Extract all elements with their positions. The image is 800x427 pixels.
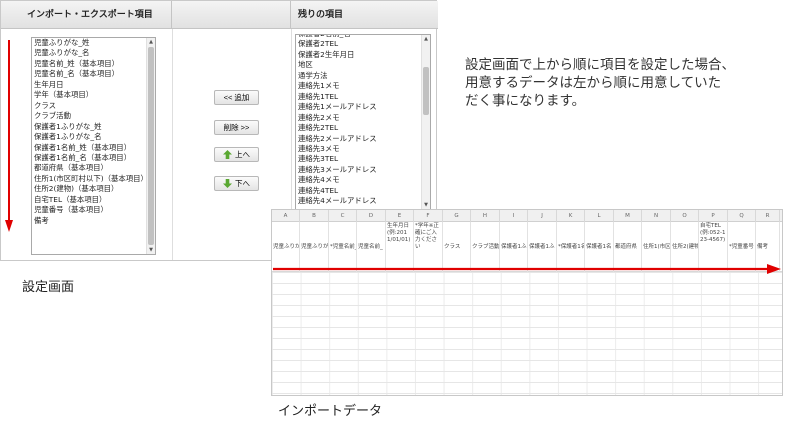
vertical-order-arrow-icon: [5, 40, 13, 232]
remaining-list-item[interactable]: 地区: [298, 60, 428, 70]
column-letter[interactable]: G: [443, 210, 471, 222]
explanation-note: 設定画面で上から順に項目を設定した場合、 用意するデータは左から順に用意していた…: [465, 56, 795, 110]
up-arrow-icon: [223, 149, 232, 159]
column-letter[interactable]: B: [300, 210, 329, 222]
empty-grid: [272, 272, 782, 395]
column-letter[interactable]: I: [500, 210, 528, 222]
remaining-items-list[interactable]: 保護者2名前_名保護者2TEL保護者2生年月日地区通学方法連絡先1メモ連絡先1T…: [295, 34, 431, 210]
selected-list-item[interactable]: 備考: [34, 216, 153, 226]
selected-list-item[interactable]: 児童名前_姓（基本項目）: [34, 59, 153, 69]
selected-list-item[interactable]: 住所2(建物)（基本項目）: [34, 184, 153, 194]
remaining-list-item[interactable]: 連絡先3TEL: [298, 154, 428, 164]
column-letter[interactable]: L: [585, 210, 614, 222]
buttons-column-header: [172, 1, 291, 29]
horizontal-order-arrow-icon: [273, 264, 781, 274]
remaining-list-item[interactable]: 連絡先2TEL: [298, 123, 428, 133]
note-line: 設定画面で上から順に項目を設定した場合、: [465, 57, 735, 73]
column-letter[interactable]: Q: [728, 210, 756, 222]
column-letter[interactable]: A: [272, 210, 300, 222]
column-letter[interactable]: E: [386, 210, 414, 222]
column-letter[interactable]: M: [614, 210, 642, 222]
selected-list-item[interactable]: 保護者1ふりがな_姓: [34, 122, 153, 132]
scroll-up-arrow-icon[interactable]: ▲: [422, 35, 430, 43]
remaining-list-item[interactable]: 連絡先4TEL: [298, 186, 428, 196]
column-letter[interactable]: D: [357, 210, 386, 222]
selected-list-item[interactable]: 保護者1名前_姓（基本項目）: [34, 143, 153, 153]
import-data-caption: インポートデータ: [278, 404, 383, 419]
remaining-list-scrollbar[interactable]: ▲ ▼: [421, 35, 430, 209]
remaining-list-item[interactable]: 連絡先1メモ: [298, 81, 428, 91]
column-letter[interactable]: R: [756, 210, 780, 222]
selected-list-item[interactable]: 生年月日: [34, 80, 153, 90]
scroll-thumb[interactable]: [423, 67, 429, 115]
remaining-list-item[interactable]: 保護者2生年月日: [298, 50, 428, 60]
selected-list-item[interactable]: 児童番号（基本項目）: [34, 205, 153, 215]
column-letter[interactable]: N: [642, 210, 671, 222]
selected-list-item[interactable]: 児童ふりがな_名: [34, 48, 153, 58]
remaining-list-item[interactable]: 連絡先4メールアドレス: [298, 196, 428, 206]
column-letter[interactable]: O: [671, 210, 699, 222]
selected-list-item[interactable]: 児童名前_名（基本項目）: [34, 69, 153, 79]
selected-list-item[interactable]: 自宅TEL（基本項目）: [34, 195, 153, 205]
remaining-list-item[interactable]: 連絡先1メールアドレス: [298, 102, 428, 112]
column-letter[interactable]: C: [329, 210, 357, 222]
settings-caption: 設定画面: [22, 280, 75, 295]
note-line: だく事になります。: [465, 93, 586, 109]
remaining-list-item[interactable]: 連絡先3メモ: [298, 144, 428, 154]
move-up-label: 上へ: [235, 150, 250, 159]
remaining-list-item[interactable]: 連絡先2メールアドレス: [298, 134, 428, 144]
column-letter[interactable]: J: [528, 210, 557, 222]
import-data-spreadsheet: ABCDEFGHIJKLMNOPQR 児童ふりが 児童ふりが *児童名前_ 児童名前_…: [271, 209, 783, 396]
selected-list-item[interactable]: クラブ活動: [34, 111, 153, 121]
scroll-thumb[interactable]: [148, 47, 154, 245]
remaining-list-item[interactable]: 連絡先2メモ: [298, 113, 428, 123]
column-letter[interactable]: P: [699, 210, 728, 222]
remaining-header: 残りの項目: [291, 1, 438, 29]
selected-list-item[interactable]: 住所1(市区町村以下)（基本項目）: [34, 174, 153, 184]
remaining-list-item[interactable]: 通学方法: [298, 71, 428, 81]
selected-list-item[interactable]: 学年（基本項目）: [34, 90, 153, 100]
scroll-down-arrow-icon[interactable]: ▼: [422, 201, 430, 209]
move-down-label: 下へ: [235, 179, 250, 188]
selected-list-scrollbar[interactable]: ▲ ▼: [146, 38, 155, 254]
column-letter[interactable]: H: [471, 210, 500, 222]
column-letter[interactable]: K: [557, 210, 585, 222]
scroll-up-arrow-icon[interactable]: ▲: [147, 38, 155, 46]
selected-list-item[interactable]: 都道府県（基本項目）: [34, 163, 153, 173]
move-down-button[interactable]: 下へ: [214, 176, 259, 191]
selected-list-item[interactable]: 児童ふりがな_姓: [34, 38, 153, 48]
down-arrow-icon: [223, 178, 232, 188]
move-up-button[interactable]: 上へ: [214, 147, 259, 162]
note-line: 用意するデータは左から順に用意していた: [465, 75, 722, 91]
selected-items-list[interactable]: 児童ふりがな_姓 児童ふりがな_名 児童名前_姓（基本項目） 児童名前_名（基本項目）…: [31, 37, 156, 255]
remaining-list-item[interactable]: 連絡先4メモ: [298, 175, 428, 185]
remove-button[interactable]: 削除 >>: [214, 120, 259, 135]
scroll-down-arrow-icon[interactable]: ▼: [147, 246, 155, 254]
selected-list-item[interactable]: 保護者1ふりがな_名: [34, 132, 153, 142]
import-export-header: インポート・エクスポート項目: [1, 1, 172, 29]
column-divider: [172, 29, 173, 260]
remaining-list-item[interactable]: 連絡先1TEL: [298, 92, 428, 102]
add-button[interactable]: << 追加: [214, 90, 259, 105]
selected-list-item[interactable]: クラス: [34, 101, 153, 111]
remaining-list-item[interactable]: 保護者2TEL: [298, 39, 428, 49]
remaining-list-item[interactable]: 連絡先3メールアドレス: [298, 165, 428, 175]
selected-list-item[interactable]: 保護者1名前_名（基本項目）: [34, 153, 153, 163]
column-letter-header: ABCDEFGHIJKLMNOPQR: [272, 210, 782, 222]
column-letter[interactable]: F: [414, 210, 443, 222]
